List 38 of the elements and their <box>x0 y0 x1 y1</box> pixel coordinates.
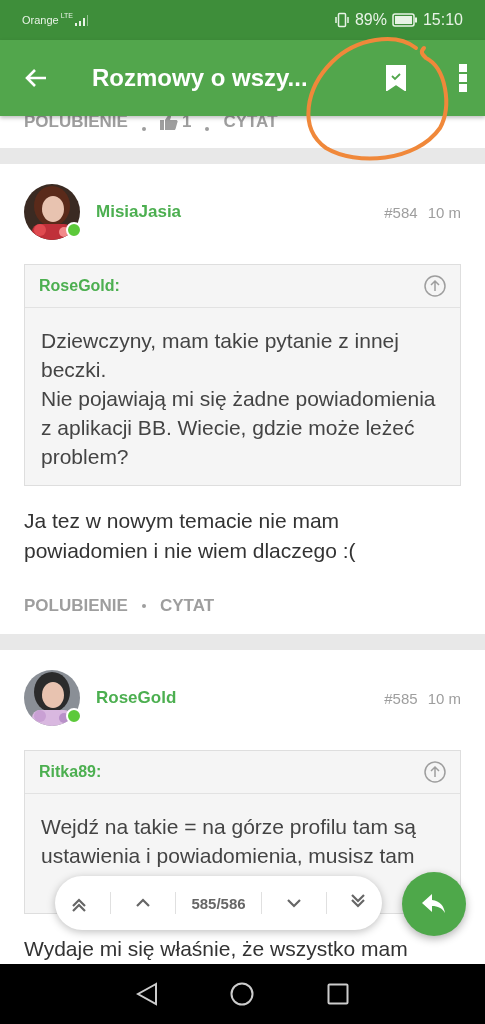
separator-dot <box>141 604 146 608</box>
arrow-up-icon[interactable] <box>424 275 446 297</box>
post-counter: 585/586 <box>191 894 246 912</box>
post-time: 10 m <box>427 689 461 707</box>
thread-title: Rozmowy o wszy... <box>92 64 308 92</box>
post-text: Ja tez w nowym temacie nie mam powiadomien i nie wiem dlaczego :( <box>24 508 357 564</box>
separator-dot <box>141 127 146 131</box>
bookmark-icon[interactable] <box>385 65 407 91</box>
like-link[interactable]: POLUBIENIE <box>24 116 128 132</box>
post-text: Wydaje mi się właśnie, że wszystko mam <box>24 936 409 962</box>
vibrate-icon <box>333 12 350 28</box>
author-name[interactable]: MisiaJasia <box>96 202 182 222</box>
carrier-name: Orange <box>22 14 59 26</box>
author-name[interactable]: RoseGold <box>96 688 177 708</box>
separator-dot <box>205 127 210 131</box>
back-icon[interactable] <box>136 982 159 1006</box>
recents-icon[interactable] <box>326 983 349 1005</box>
arrow-up-icon[interactable] <box>424 761 446 783</box>
reply-icon <box>422 894 446 914</box>
like-count: 1 <box>181 116 192 132</box>
clock: 15:10 <box>422 11 463 29</box>
quote-link[interactable]: CYTAT <box>159 596 215 616</box>
quote-link[interactable]: CYTAT <box>223 116 278 132</box>
more-options-icon[interactable] <box>459 64 467 92</box>
thumbs-up-icon <box>159 116 178 131</box>
quote-text: Dziewczyny, mam takie pytanie z innej beczki. Nie pojawiają mi się żadne powiadomienia z aplikacji BB. Wiecie, gdzie może leżeć problem? <box>41 328 437 470</box>
quote-text: Wejdź na takie = na górze profilu tam są ustawienia i powiadomienia, musisz tam <box>41 814 417 869</box>
like-link[interactable]: POLUBIENIE <box>24 596 128 616</box>
post-time: 10 m <box>427 203 461 221</box>
post-number: #584 <box>384 203 418 221</box>
signal-icon <box>75 14 90 26</box>
quote-author[interactable]: Ritka89: <box>39 763 102 781</box>
reply-button[interactable] <box>402 872 466 936</box>
post-number: #585 <box>384 689 418 707</box>
battery-level: 89% <box>354 11 387 29</box>
quote-author[interactable]: RoseGold: <box>39 277 120 295</box>
home-icon[interactable] <box>230 982 255 1006</box>
battery-icon <box>391 13 418 27</box>
